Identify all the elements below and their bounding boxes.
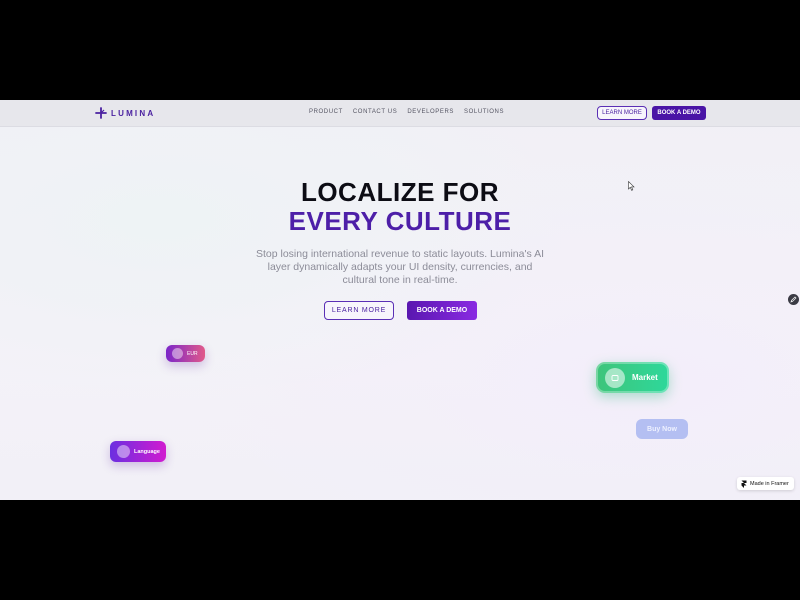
language-chip-label: Language — [134, 448, 160, 455]
buy-now-label: Buy Now — [647, 425, 677, 433]
page-frame: LUMINA PRODUCT CONTACT US DEVELOPERS SOL… — [0, 100, 800, 500]
framer-badge-label: Made in Framer — [750, 480, 789, 487]
market-chip-label: Market — [632, 373, 658, 382]
hero-title-line2: EVERY CULTURE — [288, 206, 512, 236]
nav-links: PRODUCT CONTACT US DEVELOPERS SOLUTIONS — [309, 109, 504, 115]
market-icon — [605, 367, 625, 388]
nav-link-contact[interactable]: CONTACT US — [353, 109, 397, 115]
nav-link-solutions[interactable]: SOLUTIONS — [464, 109, 504, 115]
buy-now-button[interactable]: Buy Now — [636, 419, 688, 439]
language-chip[interactable]: Language — [110, 441, 166, 462]
nav-learn-more-button[interactable]: LEARN MORE — [597, 106, 647, 120]
market-chip[interactable]: Market — [596, 362, 669, 393]
currency-icon — [172, 348, 183, 359]
lumina-logo-icon — [95, 107, 107, 119]
currency-chip[interactable]: EUR — [166, 345, 205, 362]
language-icon — [117, 445, 130, 458]
hero-book-demo-button[interactable]: BOOK A DEMO — [407, 301, 477, 320]
nav-link-product[interactable]: PRODUCT — [309, 109, 343, 115]
hero-subtitle: Stop losing international revenue to sta… — [255, 248, 544, 286]
currency-chip-label: EUR — [187, 350, 198, 357]
logo-text: LUMINA — [111, 108, 156, 118]
navbar: LUMINA PRODUCT CONTACT US DEVELOPERS SOL… — [0, 100, 800, 127]
nav-link-developers[interactable]: DEVELOPERS — [407, 109, 454, 115]
hero-title: LOCALIZE FOR EVERY CULTURE — [0, 178, 800, 236]
logo[interactable]: LUMINA — [95, 107, 155, 119]
hero-title-line1: LOCALIZE FOR — [300, 177, 500, 207]
pencil-icon — [790, 296, 797, 303]
made-in-framer-badge[interactable]: Made in Framer — [737, 477, 794, 490]
edit-icon[interactable] — [788, 294, 799, 305]
framer-icon — [741, 480, 747, 488]
nav-book-demo-button[interactable]: BOOK A DEMO — [652, 106, 706, 120]
market-glyph-icon — [611, 374, 619, 381]
hero-learn-more-button[interactable]: LEARN MORE — [324, 301, 394, 320]
